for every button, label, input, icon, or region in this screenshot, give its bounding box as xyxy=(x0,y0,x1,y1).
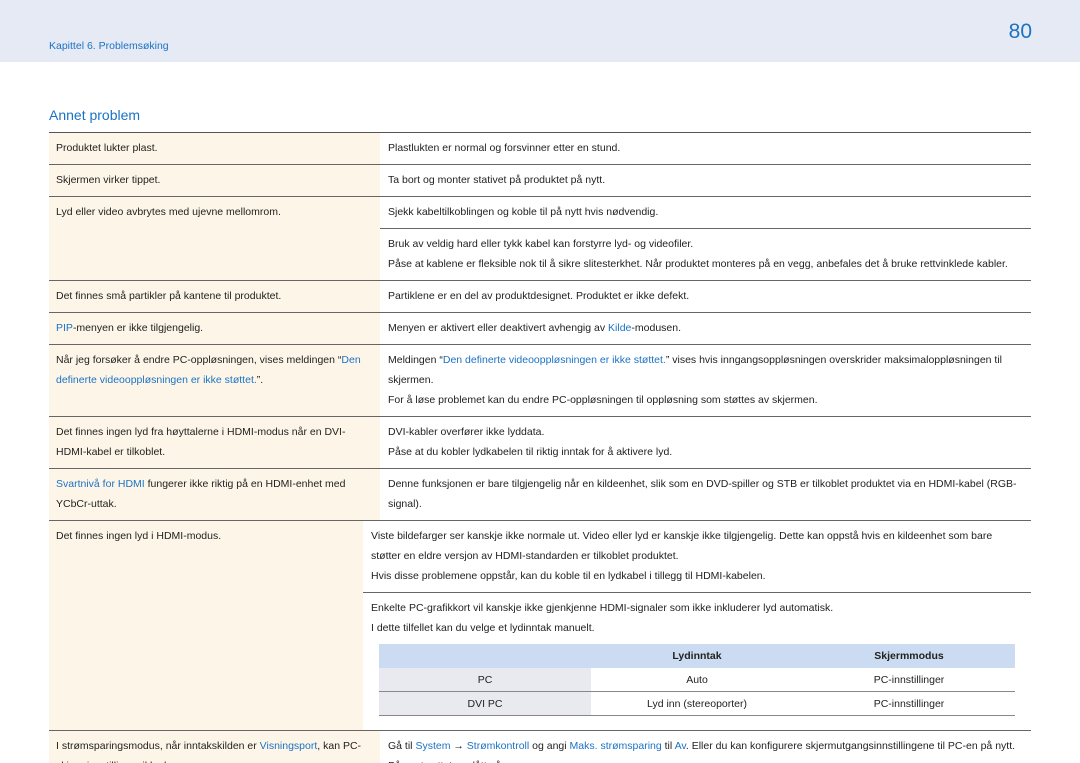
text-run: Det finnes små partikler på kantene til … xyxy=(56,290,282,302)
table-row: Lyd eller video avbrytes med ujevne mell… xyxy=(49,197,1031,281)
highlighted-term: Strømkontroll xyxy=(466,740,530,752)
table-row: Når jeg forsøker å endre PC-oppløsningen… xyxy=(49,345,1031,417)
inner-header-cell: Skjermmodus xyxy=(874,650,944,662)
solution-cell: Gå til System → Strømkontroll og angi Ma… xyxy=(380,731,1031,763)
chapter-title: Kapittel 6. Problemsøking xyxy=(49,40,169,52)
audio-input-table: Lydinntak Skjermmodus PC Auto PC-innstilling… xyxy=(379,644,1015,716)
solution-paragraph: DVI-kabler overfører ikke lyddata. Påse a… xyxy=(380,417,1031,469)
solution-paragraph: Ta bort og monter stativet på produktet … xyxy=(380,165,1031,197)
table-row: I strømsparingsmodus, når inntakskilden … xyxy=(49,731,1031,763)
problem-cell: Svartnivå for HDMI fungerer ikke riktig … xyxy=(49,469,380,521)
table-row: Det finnes ingen lyd fra høyttalerne i H… xyxy=(49,417,1031,469)
text-run: Viste bildefarger ser kanskje ikke norma… xyxy=(371,530,993,562)
inner-header-cell: Lydinntak xyxy=(672,650,722,662)
problem-cell: Når jeg forsøker å endre PC-oppløsningen… xyxy=(49,345,380,417)
text-run: til xyxy=(661,740,675,752)
problem-cell: Lyd eller video avbrytes med ujevne mell… xyxy=(49,197,380,281)
solution-cell: Viste bildefarger ser kanskje ikke norma… xyxy=(363,521,1031,731)
text-run: Det finnes ingen lyd fra høyttalerne i H… xyxy=(56,426,346,458)
highlighted-term: Den definerte videooppløsningen er ikke … xyxy=(442,354,666,366)
solution-cell: Ta bort og monter stativet på produktet … xyxy=(380,165,1031,197)
text-run: Produktet lukter plast. xyxy=(56,142,158,154)
highlighted-term: System xyxy=(415,740,451,752)
solution-paragraph: Enkelte PC-grafikkort vil kanskje ikke g… xyxy=(363,593,1031,731)
inner-cell: Auto xyxy=(686,673,708,686)
table-row: PIP-menyen er ikke tilgjengelig. Menyen e… xyxy=(49,313,1031,345)
problem-cell: PIP-menyen er ikke tilgjengelig. xyxy=(49,313,380,345)
solution-paragraph: Gå til System → Strømkontroll og angi Ma… xyxy=(380,731,1031,763)
text-run: Det finnes ingen lyd i HDMI-modus. xyxy=(56,530,222,542)
inner-table-row: DVI PC Lyd inn (stereoporter) PC-innstilli… xyxy=(379,692,1015,716)
text-run: Enkelte PC-grafikkort vil kanskje ikke g… xyxy=(371,602,834,614)
problem-cell: Det finnes ingen lyd fra høyttalerne i H… xyxy=(49,417,380,469)
solution-cell: Menyen er aktivert eller deaktivert avhe… xyxy=(380,313,1031,345)
text-run: Ta bort og monter stativet på produktet … xyxy=(388,174,606,186)
table-row: Det finnes små partikler på kantene til … xyxy=(49,281,1031,313)
problem-cell: Produktet lukter plast. xyxy=(49,133,380,165)
highlighted-term: Svartnivå for HDMI xyxy=(56,478,145,490)
solution-cell: Partiklene er en del av produktdesignet.… xyxy=(380,281,1031,313)
solution-paragraph: Meldingen “Den definerte videooppløsning… xyxy=(380,345,1031,417)
problem-cell: Det finnes ingen lyd i HDMI-modus. xyxy=(49,521,363,731)
solution-cell: Denne funksjonen er bare tilgjengelig nå… xyxy=(380,469,1031,521)
page-number: 80 xyxy=(1008,20,1032,43)
problem-cell: Det finnes små partikler på kantene til … xyxy=(49,281,380,313)
solution-paragraph: Menyen er aktivert eller deaktivert avhe… xyxy=(380,313,1031,345)
text-run: ”. xyxy=(256,374,264,386)
text-run: Menyen er aktivert eller deaktivert avhe… xyxy=(388,322,609,334)
text-run: I dette tilfellet kan du velge et lydinn… xyxy=(371,622,595,634)
solution-paragraph: Partiklene er en del av produktdesignet.… xyxy=(380,281,1031,313)
solution-cell: Meldingen “Den definerte videooppløsning… xyxy=(380,345,1031,417)
text-run: og angi xyxy=(529,740,570,752)
text-run: I strømsparingsmodus, når inntakskilden … xyxy=(56,740,260,752)
solution-cell: DVI-kabler overfører ikke lyddata. Påse a… xyxy=(380,417,1031,469)
text-run: For å løse problemet kan du endre PC-opp… xyxy=(388,394,818,406)
highlighted-term: Av xyxy=(674,740,686,752)
inner-table-row: PC Auto PC-innstillinger xyxy=(379,668,1015,692)
troubleshooting-table: Produktet lukter plast. Plastlukten er no… xyxy=(49,132,1031,763)
table-row: Det finnes ingen lyd i HDMI-modus. Viste … xyxy=(49,521,1031,731)
inner-cell: PC-innstillinger xyxy=(873,673,945,686)
inner-cell: Lyd inn (stereoporter) xyxy=(647,697,747,710)
highlighted-term: PIP xyxy=(56,322,73,334)
inner-table-header: Lydinntak Skjermmodus xyxy=(379,644,1015,668)
text-run: Hvis disse problemene oppstår, kan du ko… xyxy=(371,570,766,582)
text-run: Lyd eller video avbrytes med ujevne mell… xyxy=(56,206,281,218)
text-run: Denne funksjonen er bare tilgjengelig nå… xyxy=(388,478,1017,510)
solution-paragraph: Denne funksjonen er bare tilgjengelig nå… xyxy=(380,469,1031,521)
solution-paragraph: Sjekk kabeltilkoblingen og koble til på … xyxy=(380,197,1031,229)
text-run: Partiklene er en del av produktdesignet.… xyxy=(388,290,690,302)
inner-cell: DVI PC xyxy=(379,692,591,715)
text-run: → xyxy=(450,740,467,752)
table-row: Svartnivå for HDMI fungerer ikke riktig … xyxy=(49,469,1031,521)
text-run: -menyen er ikke tilgjengelig. xyxy=(72,322,204,334)
text-run: Plastlukten er normal og forsvinner ette… xyxy=(388,142,621,154)
text-run: DVI-kabler overfører ikke lyddata. xyxy=(388,426,545,438)
inner-cell: PC xyxy=(379,668,591,691)
text-run: Meldingen “ xyxy=(388,354,443,366)
solution-paragraph: Viste bildefarger ser kanskje ikke norma… xyxy=(363,521,1031,593)
text-run: Gå til xyxy=(388,740,416,752)
solution-paragraph: Bruk av veldig hard eller tykk kabel kan… xyxy=(380,229,1031,281)
text-run: Sjekk kabeltilkoblingen og koble til på … xyxy=(388,206,659,218)
text-run: Når jeg forsøker å endre PC-oppløsningen… xyxy=(56,354,342,366)
section-title: Annet problem xyxy=(49,107,141,123)
text-run: Bruk av veldig hard eller tykk kabel kan… xyxy=(388,238,694,250)
highlighted-term: Maks. strømsparing xyxy=(569,740,662,752)
page-header: Kapittel 6. Problemsøking 80 xyxy=(0,0,1080,62)
inner-cell: PC-innstillinger xyxy=(873,697,945,710)
solution-paragraph: Plastlukten er normal og forsvinner ette… xyxy=(380,133,1031,165)
text-run: Påse at du kobler lydkabelen til riktig … xyxy=(388,446,673,458)
text-run: Påse at kablene er fleksible nok til å s… xyxy=(388,258,1008,270)
solution-cell: Sjekk kabeltilkoblingen og koble til på … xyxy=(380,197,1031,281)
text-run: Skjermen virker tippet. xyxy=(56,174,161,186)
table-row: Produktet lukter plast. Plastlukten er no… xyxy=(49,133,1031,165)
table-row: Skjermen virker tippet. Ta bort og monter… xyxy=(49,165,1031,197)
highlighted-term: Kilde xyxy=(608,322,632,334)
problem-cell: Skjermen virker tippet. xyxy=(49,165,380,197)
problem-cell: I strømsparingsmodus, når inntakskilden … xyxy=(49,731,380,763)
highlighted-term: Visningsport xyxy=(259,740,318,752)
text-run: -modusen. xyxy=(631,322,681,334)
solution-cell: Plastlukten er normal og forsvinner ette… xyxy=(380,133,1031,165)
